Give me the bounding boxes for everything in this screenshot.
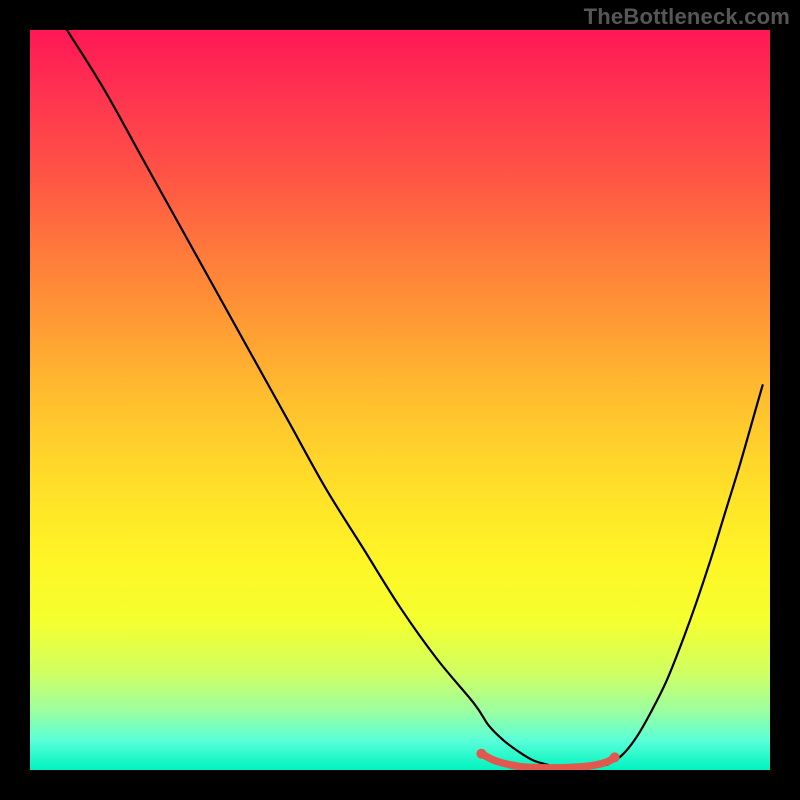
plot-area	[30, 30, 770, 770]
curve-left-branch	[67, 30, 548, 765]
curve-right-branch	[607, 385, 762, 765]
chart-frame: TheBottleneck.com	[0, 0, 800, 800]
basin-endcap-left	[476, 749, 486, 759]
watermark-text: TheBottleneck.com	[584, 4, 790, 30]
chart-svg	[30, 30, 770, 770]
basin-endcap-right	[610, 752, 620, 762]
basin-highlight	[481, 754, 614, 768]
